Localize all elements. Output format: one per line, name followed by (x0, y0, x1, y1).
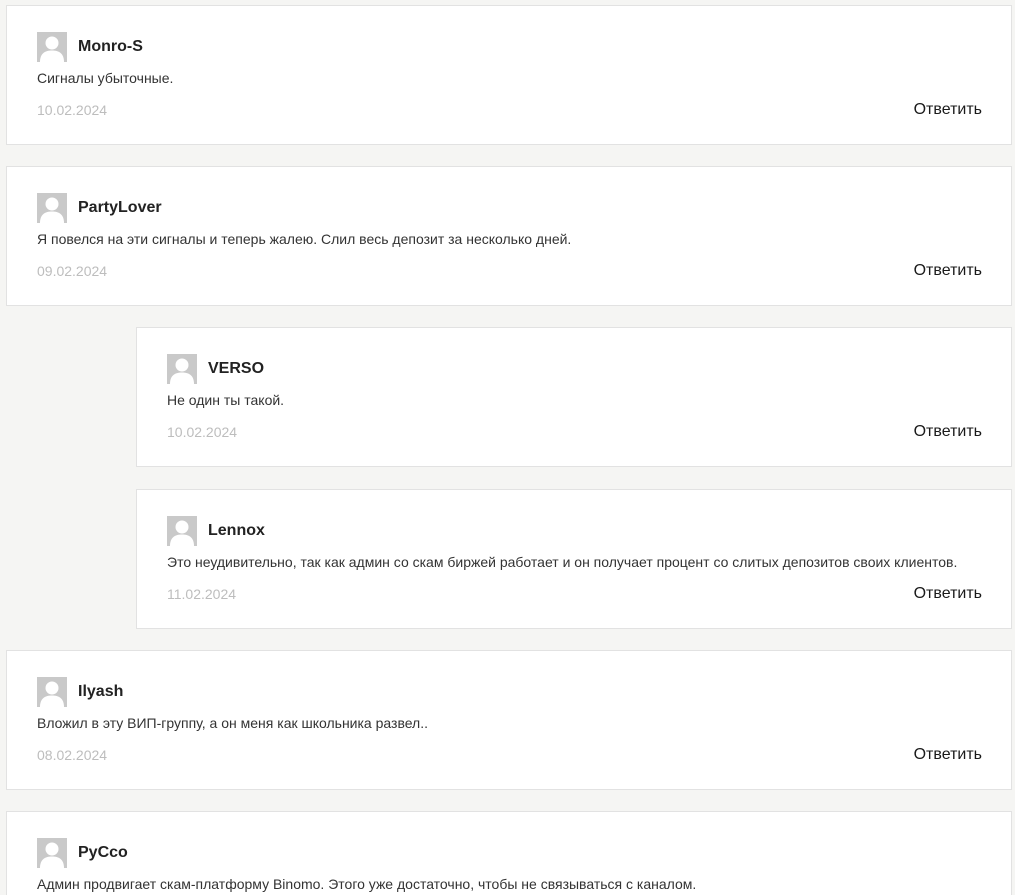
comment-author[interactable]: VERSO (208, 360, 264, 378)
comment-date: 10.02.2024 (37, 102, 108, 118)
reply-button[interactable]: Ответить (914, 585, 982, 603)
comment-text: Это неудивительно, так как админ со скам… (167, 554, 958, 570)
comment-card: Monro-S Сигналы убыточные. 10.02.2024 От… (6, 5, 1012, 145)
reply-button[interactable]: Ответить (914, 746, 982, 764)
comment-date: 10.02.2024 (167, 424, 238, 440)
comment-date: 08.02.2024 (37, 747, 108, 763)
reply-button[interactable]: Ответить (914, 262, 982, 280)
reply-button[interactable]: Ответить (914, 423, 982, 441)
avatar (167, 354, 197, 384)
comment-text: Админ продвигает скам-платформу Binomo. … (37, 876, 697, 892)
comment-header: PyCco (37, 838, 128, 868)
comment-header: VERSO (167, 354, 264, 384)
reply-button[interactable]: Ответить (914, 101, 982, 119)
comment-author[interactable]: Lennox (208, 522, 265, 540)
avatar (37, 193, 67, 223)
comments-list: Monro-S Сигналы убыточные. 10.02.2024 От… (0, 0, 1015, 895)
comment-header: Lennox (167, 516, 265, 546)
comment-date: 11.02.2024 (167, 586, 237, 602)
avatar (37, 677, 67, 707)
comment-card: PyCco Админ продвигает скам-платформу Bi… (6, 811, 1012, 895)
avatar (37, 32, 67, 62)
comment-header: PartyLover (37, 193, 162, 223)
user-icon (170, 520, 194, 546)
comment-author[interactable]: PartyLover (78, 199, 162, 217)
avatar (37, 838, 67, 868)
comment-author[interactable]: Monro-S (78, 38, 143, 56)
reply-card: Lennox Это неудивительно, так как админ … (136, 489, 1012, 629)
user-icon (40, 842, 64, 868)
comment-text: Сигналы убыточные. (37, 70, 174, 86)
comment-text: Я повелся на эти сигналы и теперь жалею.… (37, 231, 572, 247)
reply-card: VERSO Не один ты такой. 10.02.2024 Ответ… (136, 327, 1012, 467)
comment-author[interactable]: PyCco (78, 844, 128, 862)
avatar (167, 516, 197, 546)
comment-header: Ilyash (37, 677, 123, 707)
comment-text: Не один ты такой. (167, 392, 285, 408)
comment-date: 09.02.2024 (37, 263, 108, 279)
comment-text: Вложил в эту ВИП-группу, а он меня как ш… (37, 715, 428, 731)
comment-card: Ilyash Вложил в эту ВИП-группу, а он мен… (6, 650, 1012, 790)
comment-card: PartyLover Я повелся на эти сигналы и те… (6, 166, 1012, 306)
user-icon (40, 197, 64, 223)
comment-author[interactable]: Ilyash (78, 683, 123, 701)
user-icon (170, 358, 194, 384)
user-icon (40, 36, 64, 62)
user-icon (40, 681, 64, 707)
comment-header: Monro-S (37, 32, 143, 62)
